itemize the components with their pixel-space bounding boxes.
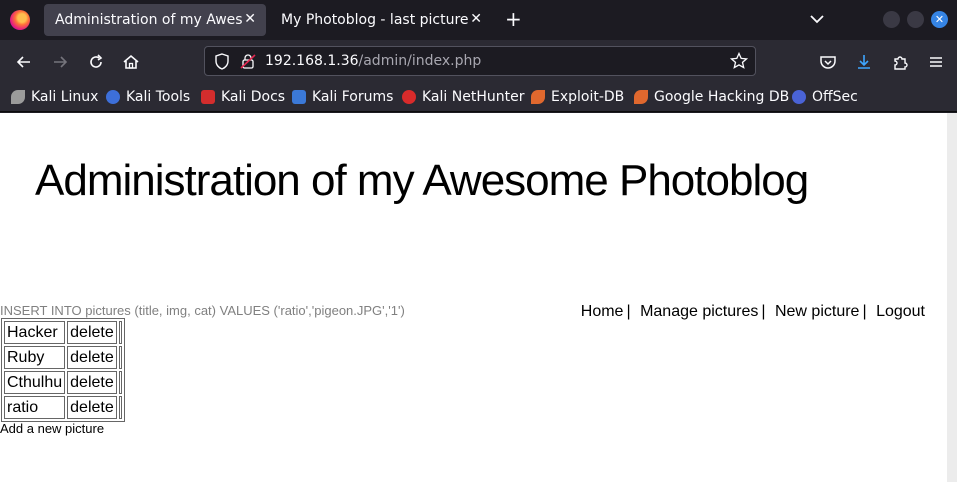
- bookmark-label: Exploit-DB: [551, 89, 625, 105]
- window-close-button[interactable]: ✕: [931, 11, 948, 28]
- offsec-icon: [792, 90, 806, 104]
- delete-link[interactable]: delete: [67, 371, 117, 394]
- url-text[interactable]: 192.168.1.36/admin/index.php: [265, 53, 481, 69]
- nav-separator: |: [626, 303, 631, 320]
- close-icon[interactable]: ✕: [244, 11, 256, 27]
- chevron-down-icon[interactable]: [808, 10, 826, 28]
- delete-link[interactable]: delete: [67, 321, 117, 344]
- maximize-button[interactable]: [907, 11, 924, 28]
- shield-icon[interactable]: [214, 53, 230, 70]
- tab-active[interactable]: Administration of my Awesome Photoblog ✕: [44, 4, 266, 36]
- firefox-icon[interactable]: [10, 10, 30, 30]
- bookmark-label: OffSec: [812, 89, 858, 105]
- picture-title: Hacker: [4, 321, 66, 344]
- empty-cell: [118, 396, 122, 419]
- nethunter-icon: [402, 90, 416, 104]
- url-host: 192.168.1.36: [265, 53, 359, 69]
- ghdb-icon: [634, 90, 648, 104]
- home-icon[interactable]: [121, 52, 141, 72]
- delete-link[interactable]: delete: [67, 346, 117, 369]
- kali-docs-icon: [201, 90, 215, 104]
- bookmark-kali-linux[interactable]: Kali Linux: [11, 88, 98, 106]
- nav-link-logout[interactable]: Logout: [876, 303, 925, 320]
- table-row: Ruby delete: [4, 346, 122, 369]
- bookmark-label: Kali Docs: [221, 89, 286, 105]
- kali-forums-icon: [292, 90, 306, 104]
- bookmark-exploit-db[interactable]: Exploit-DB: [531, 88, 624, 106]
- empty-cell: [118, 371, 122, 394]
- page-title: Administration of my Awesome Photoblog: [35, 156, 809, 205]
- bookmark-label: Google Hacking DB: [654, 89, 790, 105]
- nav-link-manage-pictures[interactable]: Manage pictures: [640, 303, 758, 320]
- bookmark-label: Kali Tools: [126, 89, 191, 105]
- sql-debug-text: INSERT INTO pictures (title, img, cat) V…: [0, 303, 405, 318]
- nav-separator: |: [862, 303, 867, 320]
- page-content: Administration of my Awesome Photoblog I…: [0, 113, 947, 482]
- menu-icon[interactable]: [926, 52, 946, 72]
- empty-cell: [118, 346, 122, 369]
- exploit-db-icon: [531, 90, 545, 104]
- tab-inactive[interactable]: My Photoblog - last picture ✕: [270, 4, 492, 36]
- bookmark-kali-forums[interactable]: Kali Forums: [292, 88, 393, 106]
- bookmark-kali-docs[interactable]: Kali Docs: [201, 88, 285, 106]
- table-row: ratio delete: [4, 396, 122, 419]
- downloads-icon[interactable]: [854, 52, 874, 72]
- reload-icon[interactable]: [86, 52, 106, 72]
- new-tab-button[interactable]: +: [505, 8, 522, 30]
- bookmark-star-icon[interactable]: [730, 52, 748, 70]
- picture-title: Ruby: [4, 346, 66, 369]
- add-picture-link[interactable]: Add a new picture: [0, 421, 104, 436]
- kali-icon: [11, 90, 25, 104]
- insecure-lock-icon[interactable]: [240, 53, 256, 70]
- nav-link-home[interactable]: Home: [581, 303, 624, 320]
- bookmark-label: Kali Linux: [31, 89, 99, 105]
- navigation-bar: 192.168.1.36/admin/index.php: [0, 40, 957, 83]
- tab-bar: Administration of my Awesome Photoblog ✕…: [0, 0, 957, 40]
- nav-separator: |: [761, 303, 766, 320]
- picture-title: ratio: [4, 396, 66, 419]
- site-nav: Home | Manage pictures | New picture | Logo…: [581, 303, 925, 321]
- forward-arrow-icon[interactable]: [50, 52, 70, 72]
- bookmark-label: Kali NetHunter: [422, 89, 525, 105]
- minimize-button[interactable]: [883, 11, 900, 28]
- pictures-table: Hacker delete Ruby delete Cthulhu delete…: [1, 318, 125, 422]
- bookmark-label: Kali Forums: [312, 89, 394, 105]
- tab-title: Administration of my Awesome Photoblog: [55, 12, 243, 28]
- url-path: /admin/index.php: [358, 53, 482, 69]
- pocket-icon[interactable]: [818, 52, 838, 72]
- bookmark-google-hacking-db[interactable]: Google Hacking DB: [634, 88, 789, 106]
- bookmark-kali-tools[interactable]: Kali Tools: [106, 88, 190, 106]
- bookmarks-bar: Kali Linux Kali Tools Kali Docs Kali For…: [0, 83, 957, 112]
- bookmark-kali-nethunter[interactable]: Kali NetHunter: [402, 88, 524, 106]
- back-arrow-icon[interactable]: [14, 52, 34, 72]
- kali-tools-icon: [106, 90, 120, 104]
- scrollbar[interactable]: [947, 113, 957, 482]
- empty-cell: [118, 321, 122, 344]
- nav-link-new-picture[interactable]: New picture: [775, 303, 859, 320]
- picture-title: Cthulhu: [4, 371, 66, 394]
- extensions-icon[interactable]: [890, 52, 910, 72]
- table-row: Hacker delete: [4, 321, 122, 344]
- address-bar[interactable]: 192.168.1.36/admin/index.php: [204, 46, 756, 76]
- delete-link[interactable]: delete: [67, 396, 117, 419]
- bookmark-offsec[interactable]: OffSec: [792, 88, 858, 106]
- tab-title: My Photoblog - last picture: [281, 12, 469, 28]
- close-icon[interactable]: ✕: [470, 11, 482, 27]
- table-row: Cthulhu delete: [4, 371, 122, 394]
